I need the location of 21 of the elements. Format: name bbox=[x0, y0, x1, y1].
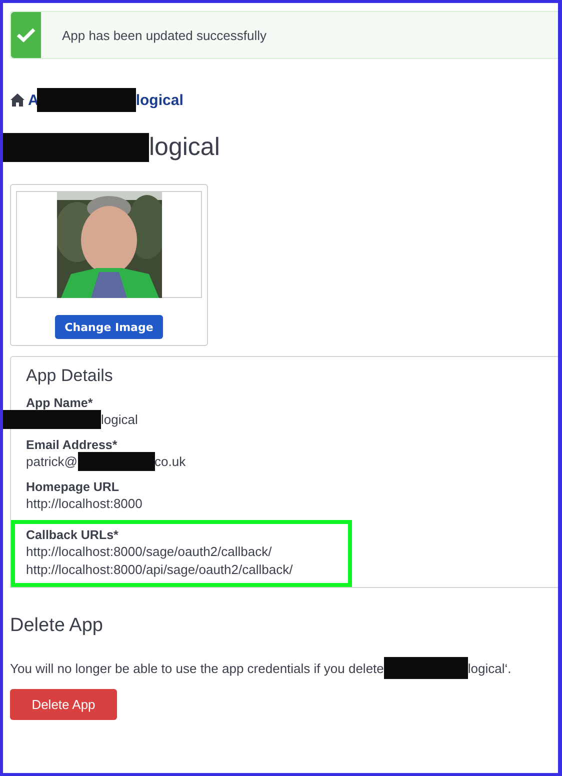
warning-text: You will no longer be able to use the app credentials if you delete bbox=[10, 660, 384, 676]
delete-heading: Delete App bbox=[10, 615, 104, 637]
field-value: co.uk bbox=[154, 454, 186, 468]
field-label: App Name* bbox=[26, 396, 94, 410]
field-value: http://localhost:8000 bbox=[26, 496, 142, 510]
delete-app-button[interactable]: Delete App bbox=[10, 689, 117, 720]
field-value: http://localhost:8000/sage/oauth2/callback/ bbox=[26, 544, 272, 558]
field-value: patrick@ bbox=[26, 454, 78, 468]
warning-text: logical‘. bbox=[468, 660, 512, 676]
field-value: http://localhost:8000/api/sage/oauth2/callback/ bbox=[26, 562, 293, 576]
field-label: Callback URLs* bbox=[26, 528, 120, 542]
check-icon bbox=[16, 27, 36, 43]
home-icon bbox=[10, 93, 25, 107]
change-image-button[interactable]: Change Image bbox=[54, 315, 164, 339]
breadcrumb-link[interactable]: logical bbox=[136, 92, 184, 108]
field-value: logical bbox=[101, 412, 138, 426]
field-label: Homepage URL bbox=[26, 480, 120, 494]
page-title: logical bbox=[149, 132, 220, 162]
alert-message: App has been updated successfully bbox=[62, 28, 267, 42]
field-label: Email Address* bbox=[26, 438, 118, 452]
details-heading: App Details bbox=[25, 366, 114, 386]
